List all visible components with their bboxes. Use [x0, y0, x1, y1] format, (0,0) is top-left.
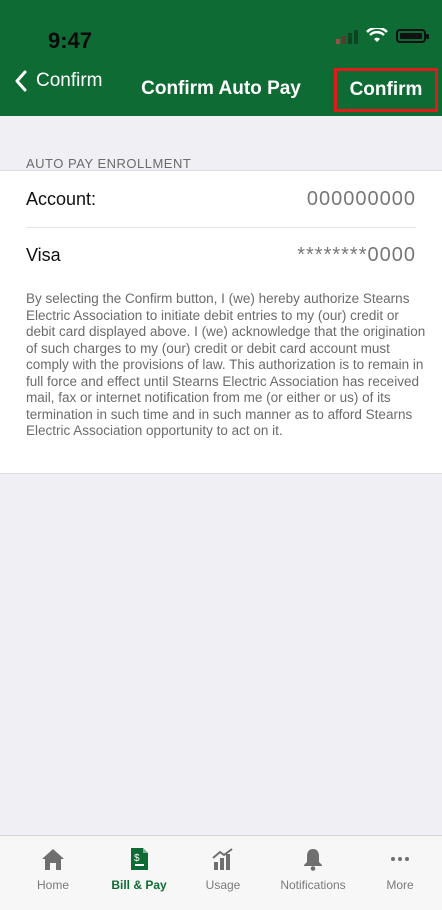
home-icon: [42, 849, 64, 870]
tab-label: More: [386, 878, 414, 892]
tab-home[interactable]: Home: [13, 846, 93, 892]
card-label: Visa: [26, 244, 61, 265]
tab-more[interactable]: More: [360, 846, 440, 892]
account-value: 000000000: [306, 187, 416, 210]
status-bar: 9:47: [0, 0, 442, 60]
wifi-icon: [366, 28, 388, 42]
autopay-card: Account: 000000000 Visa ********0000 By …: [0, 170, 442, 474]
account-row: Account: 000000000: [26, 171, 416, 228]
back-label: Confirm: [36, 70, 103, 91]
authorization-disclaimer: By selecting the Confirm button, I (we) …: [26, 291, 426, 438]
more-icon: [391, 857, 409, 861]
tab-notifications[interactable]: Notifications: [273, 846, 353, 892]
card-value: ********0000: [297, 243, 416, 266]
card-row: Visa ********0000: [26, 227, 416, 283]
tab-label: Home: [36, 878, 69, 892]
battery-icon: [396, 29, 429, 43]
section-title: AUTO PAY ENROLLMENT: [26, 156, 192, 171]
confirm-label: Confirm: [349, 79, 423, 100]
bell-icon: [304, 849, 322, 871]
status-icons: [336, 28, 429, 44]
header: 9:47 Confirm Confirm Auto Pay Confirm: [0, 0, 442, 116]
tab-usage[interactable]: Usage: [183, 846, 263, 892]
tab-label: Bill & Pay: [111, 878, 167, 892]
back-button[interactable]: Confirm: [14, 70, 103, 92]
bill-icon: $: [131, 848, 148, 870]
section-header: AUTO PAY ENROLLMENT: [0, 116, 442, 171]
account-label: Account:: [26, 188, 97, 209]
tab-label: Notifications: [280, 878, 346, 892]
tab-bar: Home $ Bill & Pay Usage Notifications Mo…: [0, 835, 442, 910]
confirm-button[interactable]: Confirm: [334, 68, 438, 112]
tab-bill-pay[interactable]: $ Bill & Pay: [99, 846, 179, 892]
usage-icon: [212, 848, 233, 870]
chevron-left-icon: [15, 70, 27, 92]
status-time: 9:47: [48, 28, 93, 53]
tab-label: Usage: [205, 878, 241, 892]
svg-text:$: $: [134, 853, 140, 864]
signal-icon: [336, 28, 358, 44]
nav-bar: Confirm Confirm Auto Pay Confirm: [0, 60, 442, 116]
